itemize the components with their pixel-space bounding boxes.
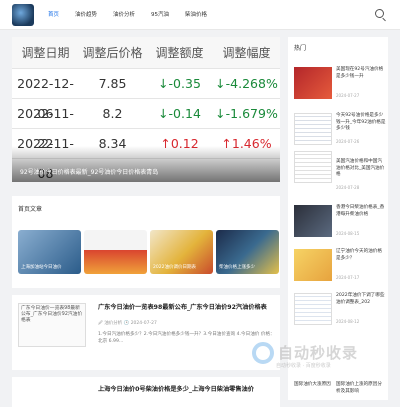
article-card[interactable]: 广东今日油价一览表98最新公布_广东今日油价92汽油价格表 广东今日油价一览表9… bbox=[12, 295, 280, 370]
watermark: 自动秒收录 自动秒收录 · 百度秒收录 bbox=[248, 340, 388, 374]
row-price: 7.85 bbox=[98, 76, 127, 91]
recommend-thumb[interactable]: 柴油价格上涨多少 bbox=[216, 230, 279, 274]
nav-item-95-gasoline[interactable]: 95汽油 bbox=[143, 0, 177, 30]
row-percent: ↓-4.268% bbox=[215, 76, 278, 91]
sidebar-item-title[interactable]: 国际油价上涨的原因分析及其影响 bbox=[336, 382, 386, 395]
header-date: 调整日期 bbox=[21, 46, 70, 60]
recommend-thumb[interactable]: 2022油价调价日期表 bbox=[150, 230, 213, 274]
row-amount: ↓-0.14 bbox=[158, 106, 201, 121]
price-row: 2022-11-22 8.2 ↓-0.14 ↓-1.679% bbox=[12, 99, 280, 151]
sidebar-item[interactable]: 2022年油价下调了哪些油价调整表_202 2024-08-12 bbox=[294, 293, 384, 331]
sidebar-item-title[interactable]: 辽宁油价今天的油价格是多少？ bbox=[336, 249, 386, 262]
article-thumbnail[interactable]: 广东今日油价一览表98最新公布_广东今日油价92汽油价格表 bbox=[18, 303, 86, 347]
thumb-caption: 柴油价格上涨多少 bbox=[219, 265, 255, 270]
hero-caption: 92号油价今日价格表最新_92号油价今日价格表青岛 bbox=[12, 146, 280, 182]
article-card[interactable]: 上海今日油价0号柴油价格是多少_上海今日柴油零售油价 bbox=[12, 377, 280, 407]
sidebar-thumb[interactable] bbox=[294, 67, 332, 99]
nav-item-oil-analysis[interactable]: 油价分析 bbox=[105, 0, 143, 30]
recommend-thumb[interactable] bbox=[84, 230, 147, 274]
sidebar-thumb[interactable] bbox=[294, 249, 332, 281]
sidebar-item-date: 2024-08-12 bbox=[336, 319, 360, 324]
article-title[interactable]: 广东今日油价一览表98最新公布_广东今日油价92汽油价格表 bbox=[98, 303, 276, 312]
site-logo[interactable] bbox=[12, 4, 34, 26]
nav-item-home[interactable]: 首页 bbox=[40, 0, 67, 30]
article-thumbnail-alt: 广东今日油价一览表98最新公布_广东今日油价92汽油价格表 bbox=[21, 306, 83, 323]
search-icon[interactable] bbox=[375, 9, 384, 18]
header-price: 调整后价格 bbox=[82, 46, 143, 60]
watermark-subtext: 自动秒收录 · 百度秒收录 bbox=[276, 363, 331, 369]
sidebar-item-title[interactable]: 美国现在92号汽油价格是多少钱一升 bbox=[336, 67, 386, 80]
sidebar-thumb[interactable] bbox=[294, 293, 332, 325]
sidebar-thumb[interactable] bbox=[294, 113, 332, 145]
sidebar-item[interactable]: 国际油价大涨原因 国际油价上涨的原因分析及其影响 bbox=[294, 382, 384, 398]
sidebar-item-title[interactable]: 2022年油价下调了哪些油价调整表_202 bbox=[336, 293, 386, 306]
sidebar-item[interactable]: 今天92号油价格是多少钱一升_今年92油价格是多少钱 2024-07-26 bbox=[294, 113, 386, 151]
sidebar-item-date: 2024-07-28 bbox=[336, 185, 360, 190]
sidebar-item-date: 2024-07-17 bbox=[336, 275, 360, 280]
sidebar-item[interactable]: 美国现在92号汽油价格是多少钱一升 2024-07-27 bbox=[294, 67, 384, 105]
sidebar-title: 热门 bbox=[294, 45, 307, 52]
sidebar-item-date: 2024-08-15 bbox=[336, 231, 360, 236]
row-price: 8.2 bbox=[102, 106, 123, 121]
header-percent: 调整幅度 bbox=[222, 46, 271, 60]
hero-caption-text[interactable]: 92号油价今日价格表最新_92号油价今日价格表青岛 bbox=[20, 167, 158, 176]
main-nav: 首页 油价趋势 油价分析 95汽油 柴油价格 bbox=[40, 0, 215, 30]
recommend-thumb[interactable]: 上海加油站今日油价 bbox=[18, 230, 81, 274]
sidebar-item[interactable]: 辽宁油价今天的油价格是多少？ 2024-07-17 bbox=[294, 249, 384, 287]
price-row: 2022-12-06 7.85 ↓-0.35 ↓-4.268% bbox=[12, 69, 280, 121]
sidebar-item-title[interactable]: 香港今日柴油价格表_香港每升柴油价格 bbox=[336, 205, 386, 218]
top-navbar: 首页 油价趋势 油价分析 95汽油 柴油价格 bbox=[0, 0, 400, 30]
article-title[interactable]: 上海今日油价0号柴油价格是多少_上海今日柴油零售油价 bbox=[98, 385, 276, 394]
sidebar-item-date: 2024-07-27 bbox=[336, 93, 360, 98]
thumb-caption: 2022油价调价日期表 bbox=[153, 265, 196, 270]
row-amount: ↓-0.35 bbox=[158, 76, 201, 91]
sidebar-item[interactable]: 香港今日柴油价格表_香港每升柴油价格 2024-08-15 bbox=[294, 205, 384, 243]
section-title: 首页文章 bbox=[18, 206, 43, 213]
row-date: 2022-11-22 bbox=[17, 106, 74, 151]
row-percent: ↓-1.679% bbox=[215, 106, 278, 121]
thumb-caption: 上海加油站今日油价 bbox=[21, 265, 62, 270]
sidebar-thumb[interactable] bbox=[294, 205, 332, 237]
price-table-header: 调整日期 调整后价格 调整额度 调整幅度 bbox=[12, 37, 280, 69]
sidebar-item-title[interactable]: 今天92号油价格是多少钱一升_今年92油价格是多少钱 bbox=[336, 113, 386, 133]
sidebar-item-title[interactable]: 国际油价大涨原因 bbox=[294, 382, 334, 389]
sidebar-item[interactable]: 美国汽油价格和中国汽油价格对比_美国汽油价格 2024-07-28 bbox=[294, 159, 384, 197]
watermark-text: 自动秒收录 bbox=[278, 344, 359, 362]
sidebar-item-date: 2024-07-26 bbox=[336, 139, 360, 144]
nav-item-oil-trend[interactable]: 油价趋势 bbox=[67, 0, 105, 30]
recommend-thumbs: 上海加油站今日油价 2022油价调价日期表 柴油价格上涨多少 bbox=[18, 230, 282, 274]
recommend-section: 首页文章 上海加油站今日油价 2022油价调价日期表 柴油价格上涨多少 bbox=[12, 196, 280, 288]
nav-item-diesel-price[interactable]: 柴油价格 bbox=[177, 0, 215, 30]
sidebar-item-title[interactable]: 美国汽油价格和中国汽油价格对比_美国汽油价格 bbox=[336, 159, 386, 179]
header-amount: 调整额度 bbox=[155, 46, 204, 60]
row-date: 2022-12-06 bbox=[17, 76, 74, 121]
watermark-logo-icon bbox=[252, 342, 274, 364]
article-meta: 🖉 油价分析 🕓 2024-07-27 bbox=[98, 321, 157, 326]
hero-banner[interactable]: 调整日期 调整后价格 调整额度 调整幅度 2022-12-06 7.85 ↓-0… bbox=[12, 37, 280, 182]
